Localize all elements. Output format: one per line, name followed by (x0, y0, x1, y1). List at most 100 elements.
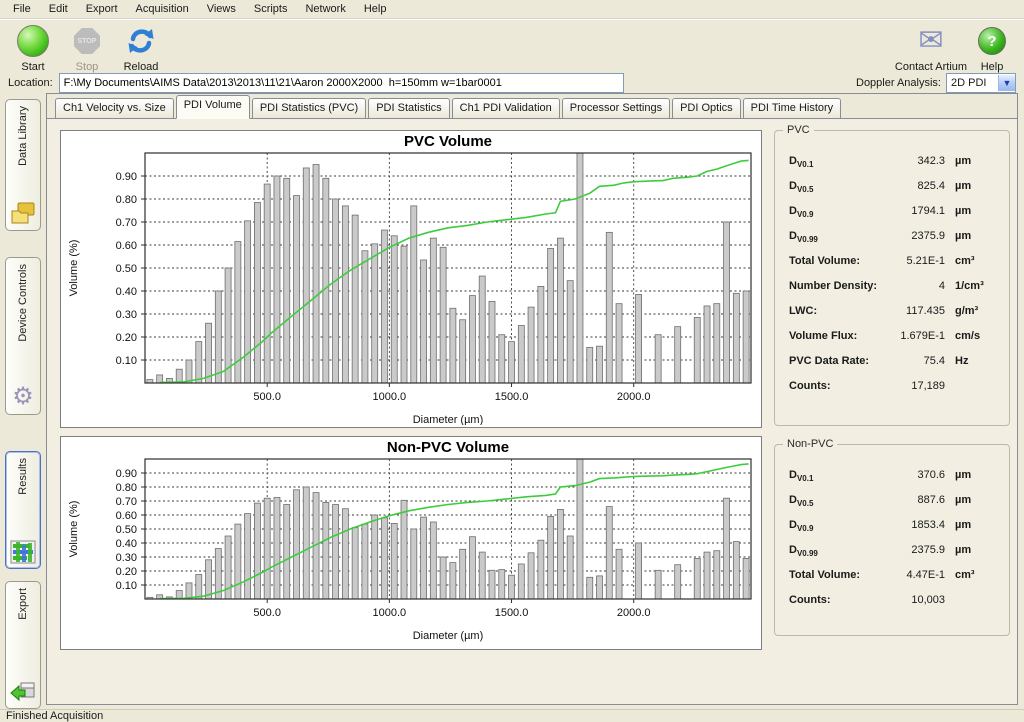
stat-value: 2375.9 (879, 230, 945, 242)
help-icon: ? (978, 24, 1006, 58)
stat-row-total-volume: Total Volume:5.21E-1cm³ (789, 255, 999, 280)
svg-text:Volume (%): Volume (%) (68, 501, 80, 558)
svg-text:1000.0: 1000.0 (373, 607, 407, 619)
stat-unit: µm (955, 544, 999, 556)
stat-row-dv0-1: DV0.1342.3 µm (789, 155, 999, 180)
stat-unit: 1/cm³ (955, 280, 999, 292)
location-input[interactable] (59, 73, 624, 93)
contact-artium-button[interactable]: ✉ Contact Artium (892, 21, 970, 73)
stat-label: DV0.99 (789, 230, 879, 244)
toolbar: Start STOP Stop Reload ✉ (0, 19, 1024, 73)
stat-row-total-volume: Total Volume:4.47E-1cm³ (789, 569, 999, 594)
stat-row-number-density: Number Density:41/cm³ (789, 280, 999, 305)
tab-pdi-optics[interactable]: PDI Optics (672, 98, 741, 118)
stat-row-pvc-data-rate: PVC Data Rate:75.4Hz (789, 355, 999, 380)
stat-label: Total Volume: (789, 569, 879, 581)
svg-text:0.70: 0.70 (116, 217, 137, 229)
stat-unit: g/m³ (955, 305, 999, 317)
svg-text:0.10: 0.10 (116, 580, 137, 592)
pvc-stats-groupbox: PVC DV0.1342.3µmDV0.5825.4µmDV0.91794.1µ… (774, 130, 1010, 426)
nonpvc-stats-rows: DV0.1370.6µmDV0.5887.6µmDV0.91853.4µmDV0… (775, 445, 1009, 619)
stat-label: Number Density: (789, 280, 879, 292)
pvc-stats-rows: DV0.1342.3µmDV0.5825.4µmDV0.91794.1µmDV0… (775, 131, 1009, 405)
sidebar-item-export[interactable]: Export (5, 581, 41, 709)
stat-row-volume-flux: Volume Flux:1.679E-1cm/s (789, 330, 999, 355)
stat-value: 17,189 (879, 380, 945, 392)
svg-text:0.30: 0.30 (116, 309, 137, 321)
stat-unit: µm (955, 519, 999, 531)
tab-pdi-statistics-pvc[interactable]: PDI Statistics (PVC) (252, 98, 366, 118)
folders-icon (9, 196, 37, 226)
stat-row-counts: Counts:17,189 (789, 380, 999, 405)
sidebar-item-label: Results (17, 458, 29, 495)
stat-value: 117.435 (879, 305, 945, 317)
stat-value: 342.3 (879, 155, 945, 167)
tab-pdi-time-history[interactable]: PDI Time History (743, 98, 842, 118)
doppler-analysis-value: 2D PDI (947, 77, 998, 89)
sidebar-item-label: Data Library (17, 106, 29, 166)
svg-text:0.50: 0.50 (116, 524, 137, 536)
application-window: FileEditExportAcquisitionViewsScriptsNet… (0, 0, 1024, 711)
location-row: Location: Doppler Analysis: 2D PDI ▼ (0, 73, 1024, 93)
doppler-analysis-select[interactable]: 2D PDI ▼ (946, 73, 1016, 93)
menu-file[interactable]: File (4, 0, 40, 18)
stat-unit: Hz (955, 355, 999, 367)
stat-label: DV0.9 (789, 519, 879, 533)
tab-ch1-pdi-validation[interactable]: Ch1 PDI Validation (452, 98, 560, 118)
menu-views[interactable]: Views (198, 0, 245, 18)
toolbar-left-group: Start STOP Stop Reload (6, 21, 168, 73)
menu-scripts[interactable]: Scripts (245, 0, 297, 18)
stat-value: 825.4 (879, 180, 945, 192)
contact-artium-label: Contact Artium (895, 61, 967, 73)
svg-text:0.20: 0.20 (116, 332, 137, 344)
svg-text:0.40: 0.40 (116, 286, 137, 298)
menu-acquisition[interactable]: Acquisition (127, 0, 198, 18)
tab-pdi-statistics[interactable]: PDI Statistics (368, 98, 449, 118)
chevron-down-icon[interactable]: ▼ (998, 75, 1015, 91)
stat-label: DV0.9 (789, 205, 879, 219)
svg-text:0.90: 0.90 (116, 171, 137, 183)
stat-value: 10,003 (879, 594, 945, 606)
sidebar: Data Library Device Controls⚙ Results Expor… (0, 93, 46, 709)
tab-pdi-volume[interactable]: PDI Volume (176, 95, 250, 119)
nonpvc-stats-title: Non-PVC (783, 438, 837, 450)
doppler-analysis-group: Doppler Analysis: 2D PDI ▼ (856, 73, 1016, 93)
start-button-label: Start (21, 61, 44, 73)
help-button-label: Help (981, 61, 1004, 73)
svg-text:0.80: 0.80 (116, 482, 137, 494)
pvc-volume-chart: 0.100.200.300.400.500.600.700.800.90500.… (60, 130, 762, 428)
start-icon (17, 24, 49, 58)
stat-unit: µm (955, 155, 999, 167)
svg-text:1500.0: 1500.0 (495, 391, 529, 403)
menu-network[interactable]: Network (296, 0, 354, 18)
sidebar-item-label: Device Controls (17, 264, 29, 342)
tab-processor-settings[interactable]: Processor Settings (562, 98, 670, 118)
svg-text:0.10: 0.10 (116, 355, 137, 367)
export-arrow-icon (9, 674, 37, 704)
svg-text:0.20: 0.20 (116, 566, 137, 578)
menu-edit[interactable]: Edit (40, 0, 77, 18)
menu-help[interactable]: Help (355, 0, 396, 18)
sidebar-item-device-controls[interactable]: Device Controls⚙ (5, 257, 41, 415)
start-button[interactable]: Start (6, 21, 60, 73)
stat-label: PVC Data Rate: (789, 355, 879, 367)
stat-label: DV0.1 (789, 155, 879, 169)
tab-ch1-velocity-vs-size[interactable]: Ch1 Velocity vs. Size (55, 98, 174, 118)
reload-icon (126, 24, 156, 58)
stat-unit: µm (955, 180, 999, 192)
svg-text:Diameter (µm): Diameter (µm) (413, 630, 484, 642)
svg-text:1500.0: 1500.0 (495, 607, 529, 619)
pvc-stats-title: PVC (783, 124, 814, 136)
stat-row-dv0-5: DV0.5825.4µm (789, 180, 999, 205)
stat-label: DV0.5 (789, 494, 879, 508)
svg-text:0.60: 0.60 (116, 240, 137, 252)
reload-button[interactable]: Reload (114, 21, 168, 73)
help-button[interactable]: ? Help (970, 21, 1014, 73)
stop-button[interactable]: STOP Stop (60, 21, 114, 73)
doppler-analysis-label: Doppler Analysis: (856, 77, 941, 89)
menu-export[interactable]: Export (77, 0, 127, 18)
svg-text:PVC Volume: PVC Volume (404, 133, 492, 150)
sidebar-item-data-library[interactable]: Data Library (5, 99, 41, 231)
svg-text:0.40: 0.40 (116, 538, 137, 550)
sidebar-item-results[interactable]: Results (5, 451, 41, 569)
